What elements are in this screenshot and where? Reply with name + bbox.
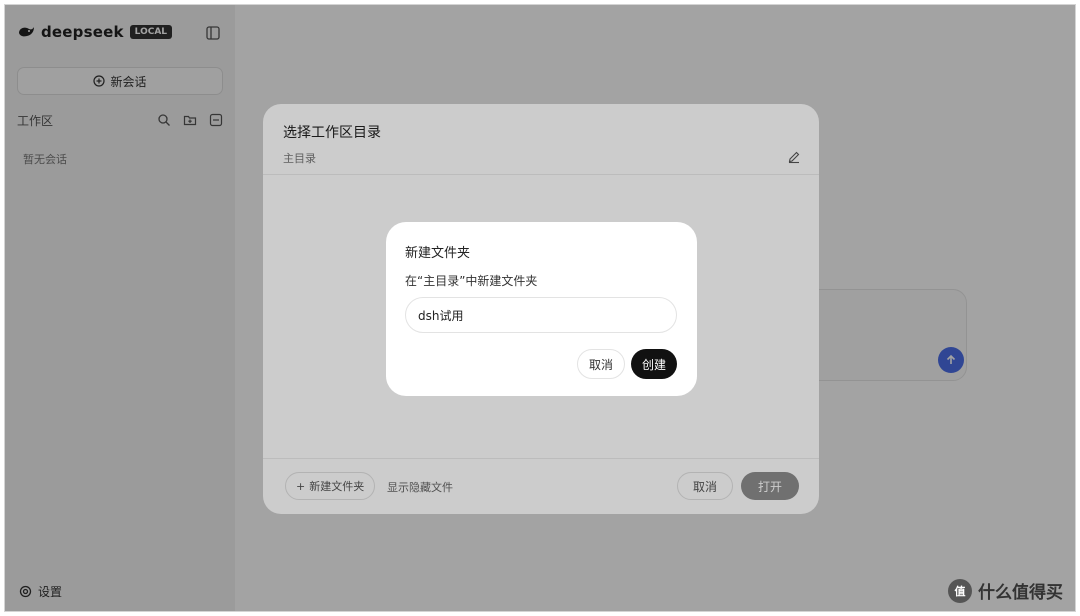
cancel-button[interactable]: 取消	[577, 349, 625, 379]
create-button[interactable]: 创建	[631, 349, 677, 379]
new-folder-description: 在“主目录”中新建文件夹	[405, 274, 538, 288]
app-window: deepseek LOCAL 新会话 工作区 暂无会话 设置 选择工作区目录 主…	[4, 4, 1076, 612]
watermark-logo-icon: 值	[948, 578, 972, 603]
new-folder-title: 新建文件夹	[405, 246, 471, 261]
svg-text:值: 值	[955, 584, 966, 598]
watermark: 值 什么值得买	[948, 578, 1063, 603]
watermark-text: 什么值得买	[978, 583, 1063, 603]
folder-name-input[interactable]	[405, 297, 677, 333]
new-folder-dialog: 新建文件夹 在“主目录”中新建文件夹 取消 创建	[386, 222, 697, 396]
